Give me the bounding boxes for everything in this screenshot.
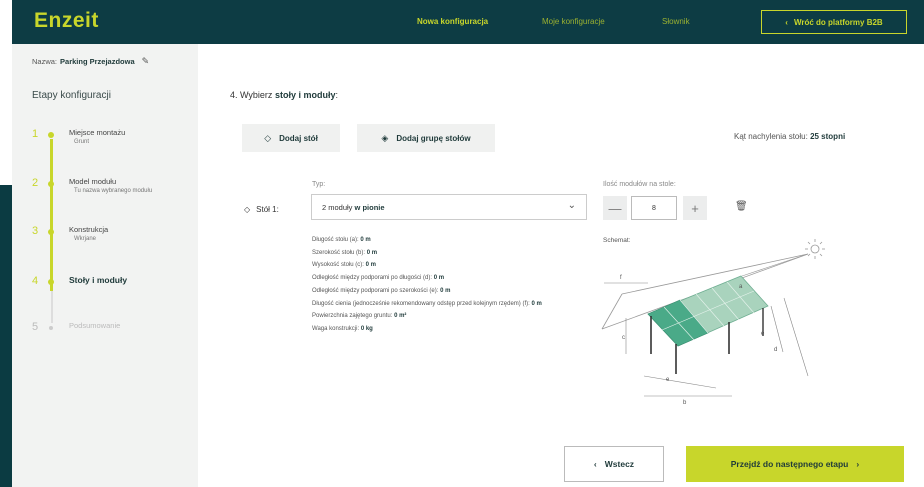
- type-select[interactable]: 2 moduły w pionie ⌄: [311, 194, 587, 220]
- back-button[interactable]: ‹ Wstecz: [564, 446, 664, 482]
- table-parameters: Długość stołu (a): 0 m Szerokość stołu (…: [312, 236, 592, 338]
- chevron-left-icon: ‹: [593, 459, 597, 469]
- schematic-label-f: f: [620, 275, 622, 281]
- project-name: Parking Przejazdowa: [60, 57, 135, 66]
- nav-my-configurations[interactable]: Moje konfiguracje: [542, 17, 605, 26]
- step-title: Konstrukcja: [69, 225, 109, 234]
- module-count-label: Ilość modułów na stole:: [603, 181, 676, 188]
- steps-heading: Etapy konfiguracji: [32, 90, 111, 101]
- step-number: 3: [32, 225, 39, 237]
- pencil-icon[interactable]: ✎: [142, 56, 150, 67]
- step-subtitle: Grunt: [74, 139, 90, 145]
- chevron-right-icon: ›: [856, 459, 860, 469]
- tilt-angle-label: Kąt nachylenia stołu:: [734, 132, 808, 141]
- param-row: Szerokość stołu (b): 0 m: [312, 249, 378, 256]
- next-step-label: Przejdź do następnego etapu: [730, 459, 849, 469]
- param-row: Długość cienia (jednocześnie rekomendowa…: [312, 300, 542, 307]
- param-row: Odległość między podporami po długości (…: [312, 275, 445, 282]
- sun-icon: [805, 239, 825, 259]
- page-title-bold: stoły i moduły: [274, 90, 336, 100]
- left-edge-strip: [0, 185, 12, 487]
- add-table-button[interactable]: ◇ Dodaj stół: [242, 124, 340, 152]
- add-table-label: Dodaj stół: [279, 133, 318, 143]
- page-title-prefix: 4. Wybierz: [230, 90, 273, 100]
- step-title: Model modułu: [69, 177, 117, 186]
- schematic-label-b: b: [683, 400, 687, 406]
- project-name-label: Nazwa:: [32, 57, 58, 66]
- param-row: Wysokość stołu (c): 0 m: [312, 262, 376, 269]
- step-dot: [48, 132, 54, 138]
- module-count-input[interactable]: 8: [631, 196, 677, 220]
- sidebar: Nazwa: Parking Przejazdowa ✎ Etapy konfi…: [12, 44, 198, 487]
- schematic-label-d: d: [774, 347, 777, 353]
- type-select-value-bold: w pionie: [354, 203, 385, 212]
- back-to-platform-label: Wróć do platformy B2B: [793, 17, 883, 27]
- tilt-angle-value: 25 stopni: [810, 132, 846, 141]
- step-subtitle: Wkrjane: [74, 236, 97, 242]
- page-title-suffix: :: [335, 90, 338, 100]
- chevron-left-icon: ‹: [785, 17, 788, 27]
- logo: Enzeit: [34, 9, 99, 32]
- step-number: 2: [32, 177, 39, 189]
- param-row: Waga konstrukcji: 0 kg: [312, 325, 373, 332]
- steps-remaining-line: [50, 291, 53, 323]
- nav-new-configuration[interactable]: Nowa konfiguracja: [417, 17, 488, 26]
- step-title: Stoły i moduły: [69, 275, 128, 285]
- add-table-group-label: Dodaj grupę stołów: [396, 133, 471, 143]
- chevron-down-icon: ⌄: [567, 200, 576, 211]
- eye-icon[interactable]: ◇: [244, 205, 250, 214]
- table-1-text: Stół 1:: [256, 205, 279, 214]
- table-1-label: ◇ Stół 1:: [244, 205, 279, 214]
- type-label: Typ:: [312, 181, 326, 188]
- param-row: Powierzchnia zajętego gruntu: 0 m²: [312, 313, 407, 320]
- tilt-angle: Kąt nachylenia stołu: 25 stopni: [734, 132, 845, 141]
- step-title: Miejsce montażu: [69, 128, 126, 137]
- type-select-value: 2 moduły: [322, 203, 353, 212]
- top-header: Enzeit Nowa konfiguracja Moje konfigurac…: [12, 0, 924, 44]
- step-title: Podsumowanie: [69, 321, 121, 330]
- add-table-group-button[interactable]: ◈ Dodaj grupę stołów: [357, 124, 495, 152]
- back-to-platform-button[interactable]: ‹ Wróć do platformy B2B: [761, 10, 907, 34]
- increase-quantity-button[interactable]: +: [683, 196, 707, 220]
- trash-icon[interactable]: 🗑: [735, 201, 748, 212]
- step-dot: [48, 229, 54, 235]
- schematic-label-e: e: [761, 331, 765, 337]
- back-button-label: Wstecz: [604, 459, 635, 469]
- page-title: 4. Wybierz stoły i moduły:: [230, 90, 338, 100]
- step-number: 5: [32, 321, 39, 333]
- next-step-button[interactable]: Przejdź do następnego etapu ›: [686, 446, 904, 482]
- step-dot: [48, 279, 54, 285]
- param-row: Długość stołu (a): 0 m: [312, 237, 371, 243]
- step-number: 4: [32, 275, 39, 287]
- layers-icon: ◈: [381, 132, 389, 143]
- step-subtitle: Tu nazwa wybranego modułu: [74, 188, 153, 194]
- schematic-label-c: c: [622, 335, 625, 341]
- eye-icon: ◇: [264, 132, 272, 143]
- step-number: 1: [32, 128, 39, 140]
- param-row: Odległość między podporami po szerokości…: [312, 287, 451, 294]
- step-dot: [48, 181, 54, 187]
- project-name-row: Nazwa: Parking Przejazdowa ✎: [32, 56, 149, 67]
- decrease-quantity-button[interactable]: —: [603, 196, 627, 220]
- step-dot: [49, 326, 53, 330]
- nav-dictionary[interactable]: Słownik: [662, 17, 690, 26]
- steps-progress-line: [50, 139, 53, 291]
- table-schematic: f c a e d e b: [601, 239, 825, 406]
